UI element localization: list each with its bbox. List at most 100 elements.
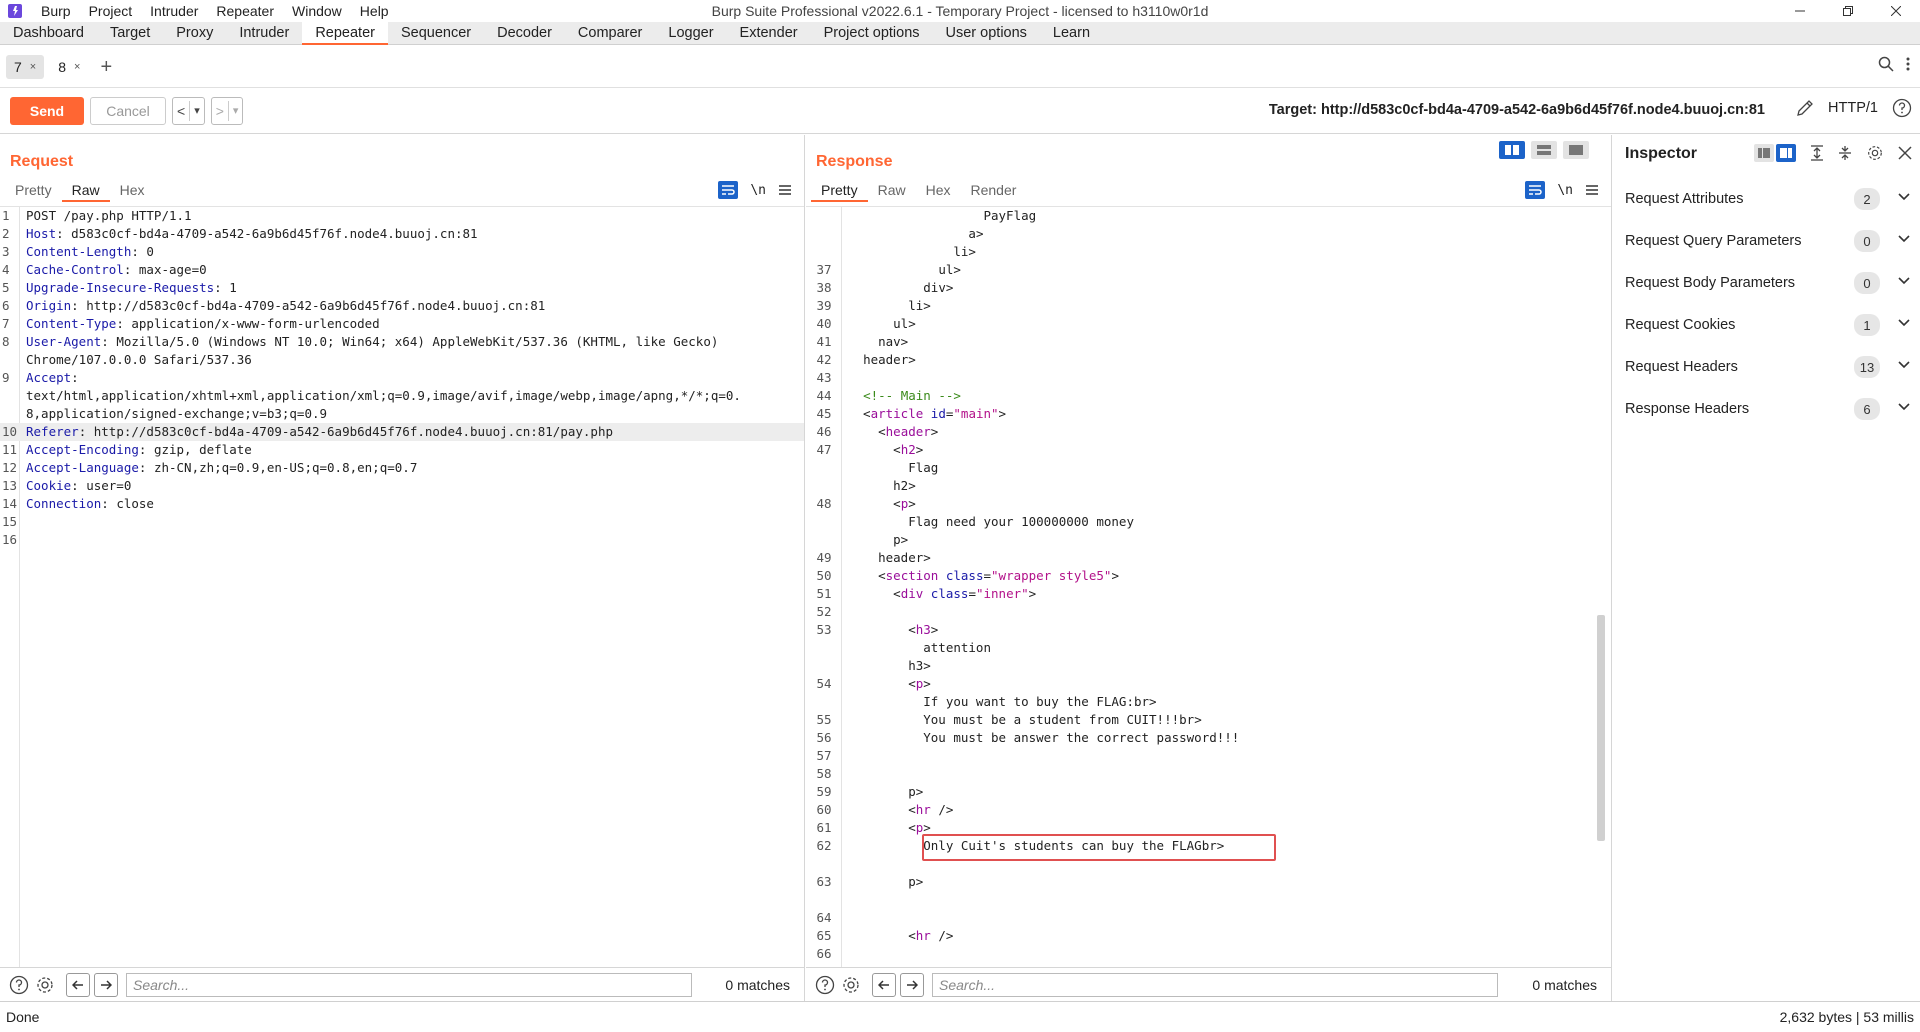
tab-proxy[interactable]: Proxy [163,22,226,45]
help-icon[interactable] [1892,98,1912,118]
close-tab-icon[interactable]: × [74,61,80,73]
previous-match-button[interactable] [66,972,90,997]
send-button[interactable]: Send [10,96,84,125]
request-line: 1 POST /pay.php HTTP/1.1 [0,207,804,225]
settings-gear-icon[interactable] [1866,144,1884,162]
kebab-menu-icon[interactable] [1906,56,1910,72]
line-number [806,477,842,495]
history-forward-group[interactable]: > ▾ [210,96,244,125]
response-line-text: <hr /> [848,928,954,943]
back-button[interactable]: < [173,103,189,119]
response-tab-raw[interactable]: Raw [868,180,916,202]
tab-extender[interactable]: Extender [727,22,811,45]
response-line: p> [806,531,1611,549]
search-input[interactable]: Search... [126,972,692,997]
response-scrollbar[interactable] [1597,615,1605,841]
help-icon[interactable] [814,974,836,996]
close-tab-icon[interactable]: × [30,61,36,73]
inspector-section-response-headers[interactable]: Response Headers 6 [1613,388,1920,430]
next-match-button[interactable] [94,972,118,997]
tab-decoder[interactable]: Decoder [484,22,565,45]
chevron-down-icon[interactable] [1898,403,1910,411]
side-by-side-layout-icon[interactable] [1499,141,1525,159]
menu-item-help[interactable]: Help [351,0,398,22]
tab-target[interactable]: Target [97,22,163,45]
request-view-icons: \n [718,181,792,199]
chevron-down-icon[interactable] [1898,235,1910,243]
line-number: 40 [816,316,832,331]
minimize-icon[interactable] [1776,0,1824,22]
inspector-section-request-body-parameters[interactable]: Request Body Parameters 0 [1613,262,1920,304]
repeater-tab[interactable]: 8 × [50,55,88,79]
protocol-label[interactable]: HTTP/1 [1828,100,1878,116]
request-tab-raw[interactable]: Raw [61,180,110,202]
newline-toggle[interactable]: \n [1557,183,1573,198]
close-inspector-icon[interactable] [1898,146,1912,160]
gear-icon[interactable] [34,974,56,996]
chevron-down-icon[interactable] [1898,277,1910,285]
response-line: 39 li> [806,297,1611,315]
inspector-layout-left-icon[interactable] [1754,144,1774,162]
tab-user-options[interactable]: User options [933,22,1040,45]
edit-target-icon[interactable] [1796,99,1814,117]
menu-item-project[interactable]: Project [80,0,142,22]
inspector-section-request-headers[interactable]: Request Headers 13 [1613,346,1920,388]
response-tab-hex[interactable]: Hex [916,180,961,202]
menu-icon[interactable] [1585,184,1599,196]
tab-logger[interactable]: Logger [655,22,726,45]
tab-repeater[interactable]: Repeater [302,22,388,45]
line-number: 43 [816,370,832,385]
inspector-section-request-cookies[interactable]: Request Cookies 1 [1613,304,1920,346]
stacked-layout-icon[interactable] [1531,141,1557,159]
back-dropdown[interactable]: ▾ [190,104,204,117]
request-line-text: Origin: http://d583c0cf-bd4a-4709-a542-6… [20,297,545,315]
response-line: PayFlag [806,207,1611,225]
tab-sequencer[interactable]: Sequencer [388,22,484,45]
next-match-button[interactable] [900,972,924,997]
inspector-section-request-attributes[interactable]: Request Attributes 2 [1613,178,1920,220]
search-input[interactable]: Search... [932,972,1498,997]
response-tab-render[interactable]: Render [961,180,1027,202]
inspector-section-count: 0 [1854,272,1880,294]
history-back-group[interactable]: < ▾ [172,96,205,125]
restore-icon[interactable] [1824,0,1872,22]
gear-icon[interactable] [840,974,862,996]
response-line-text: <p> [848,496,916,511]
expand-all-icon[interactable] [1810,145,1824,161]
response-line-text: li> [953,244,976,259]
collapse-all-icon[interactable] [1838,145,1852,161]
chevron-down-icon[interactable] [1898,319,1910,327]
newline-toggle[interactable]: \n [750,183,766,198]
response-tab-pretty[interactable]: Pretty [811,180,868,202]
chevron-down-icon[interactable] [1898,193,1910,201]
add-tab-button[interactable]: + [100,55,112,79]
inspector-layout-right-icon[interactable] [1776,144,1796,162]
tab-dashboard[interactable]: Dashboard [0,22,97,45]
request-tab-pretty[interactable]: Pretty [5,180,62,202]
help-icon[interactable] [8,974,30,996]
tab-project-options[interactable]: Project options [811,22,933,45]
request-line: 7 Content-Type: application/x-www-form-ur… [0,315,804,333]
menu-icon[interactable] [778,184,792,196]
repeater-tab[interactable]: 7 × [6,54,45,79]
cancel-button[interactable]: Cancel [90,96,166,125]
menu-item-repeater[interactable]: Repeater [207,0,283,22]
chevron-down-icon[interactable] [1898,361,1910,369]
wrap-lines-icon[interactable] [718,181,739,199]
wrap-lines-icon[interactable] [1525,181,1546,199]
request-tab-hex[interactable]: Hex [110,180,155,202]
menu-item-intruder[interactable]: Intruder [141,0,207,22]
forward-dropdown[interactable]: ▾ [229,104,243,117]
close-window-icon[interactable] [1872,0,1920,22]
previous-match-button[interactable] [872,972,896,997]
request-editor[interactable]: 1 POST /pay.php HTTP/1.1 2 Host: d583c0cf-b… [0,206,804,967]
menu-item-burp[interactable]: Burp [32,0,80,22]
tab-intruder[interactable]: Intruder [226,22,302,45]
inspector-section-request-query-parameters[interactable]: Request Query Parameters 0 [1613,220,1920,262]
tab-learn[interactable]: Learn [1040,22,1103,45]
search-icon[interactable] [1878,56,1894,72]
tab-comparer[interactable]: Comparer [565,22,655,45]
menu-item-window[interactable]: Window [283,0,351,22]
forward-button[interactable]: > [212,103,228,119]
tabbed-layout-icon[interactable] [1563,141,1589,159]
